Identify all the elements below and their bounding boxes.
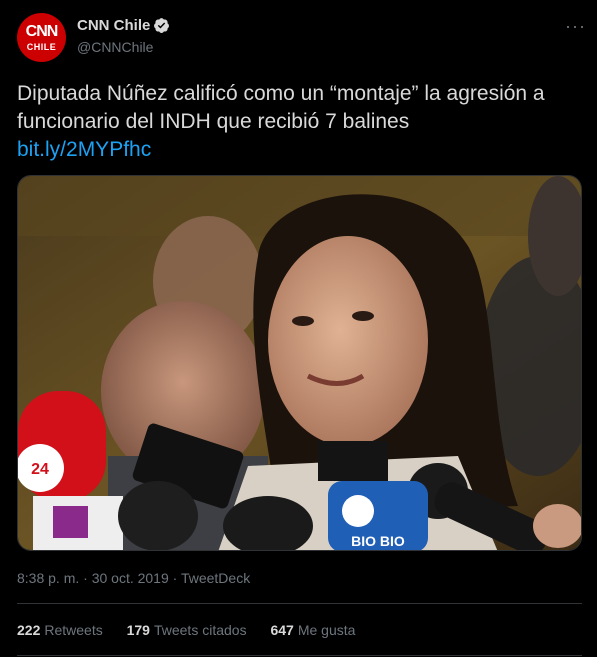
avatar-logo-subtext: CHILE [26,42,57,52]
likes-count: 647 [270,622,294,638]
tweet-link[interactable]: bit.ly/2MYPfhc [17,136,151,164]
tweet-stats: 222 Retweets 179 Tweets citados 647 Me gust… [17,622,375,638]
more-options-icon[interactable]: ··· [565,16,586,37]
avatar[interactable]: CNN CHILE [17,13,66,62]
divider-bottom [17,655,582,656]
mic-label-biobio: BIO BIO [351,533,405,549]
divider-top [17,603,582,604]
quotes-stat[interactable]: 179 Tweets citados [127,622,247,638]
account-name[interactable]: CNN Chile [77,17,150,34]
retweets-count: 222 [17,622,41,638]
likes-label: Me gusta [297,622,356,638]
likes-stat[interactable]: 647 Me gusta [270,622,355,638]
avatar-logo-text: CNN [25,23,59,40]
tweet-card: CNN CHILE CNN Chile @CNNChile ··· Diputa… [0,0,597,657]
verified-badge-icon [154,18,169,33]
retweets-label: Retweets [44,622,103,638]
tweet-text: Diputada Núñez calificó como un “montaje… [17,82,545,133]
mic-label-24: 24 [31,461,49,478]
tweet-photo[interactable]: 24 BIO BIO [17,175,582,551]
tweet-timestamp[interactable]: 8:38 p. m. · 30 oct. 2019 · TweetDeck [17,570,250,586]
quotes-label: Tweets citados [153,622,247,638]
quotes-count: 179 [126,622,150,638]
account-handle[interactable]: @CNNChile [77,39,153,55]
retweets-stat[interactable]: 222 Retweets [17,622,103,638]
